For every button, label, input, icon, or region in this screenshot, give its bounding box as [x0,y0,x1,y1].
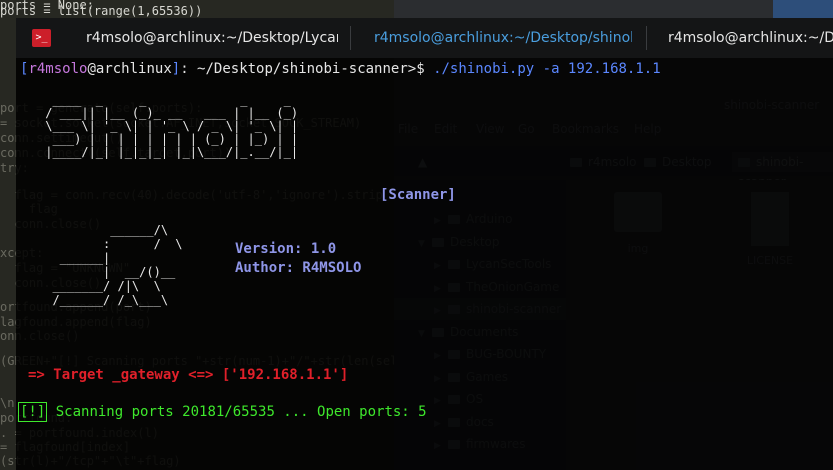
status-prefix: [!] [18,402,48,422]
terminal-window: >_ r4msolo@archlinux:~/Desktop/LycanSec … [16,18,833,470]
terminal-icon: >_ [32,29,51,47]
editor-code-line: \n [0,396,15,410]
tab-separator [350,26,351,50]
scan-status-line: [!] Scanning ports 20181/65535 ... Open … [18,402,427,422]
terminal-tabbar: >_ r4msolo@archlinux:~/Desktop/LycanSec … [16,18,833,58]
ninja-logo-art: ______/\ : / \ ______| | __/()__ _______… [52,223,183,307]
prompt-host: archlinux [95,61,172,77]
status-text: Scanning ports 20181/65535 ... Open port… [47,404,427,420]
prompt-line: [r4msolo@archlinux]: ~/Desktop/shinobi-s… [20,61,661,77]
tab-separator [646,26,647,50]
tab-shinobi-scanner[interactable]: r4msolo@archlinux:~/Desktop/shinobi-s [374,18,632,58]
prompt-user: r4msolo [28,61,88,77]
tab-desktop[interactable]: r4msolo@archlinux:~/Desktop/ [668,18,833,58]
tab-lycansec[interactable]: r4msolo@archlinux:~/Desktop/LycanSec [86,18,338,58]
version-label: Version: 1.0 [235,241,337,257]
shinobi-ascii-banner: ____ _ _ _ _ / ___|| |__ (_)_ __ ___ | |… [45,93,299,159]
target-line: => Target _gateway <=> ['192.168.1.1'] [28,367,349,383]
scanner-tag: [Scanner] [380,187,456,203]
terminal-output[interactable]: [r4msolo@archlinux]: ~/Desktop/shinobi-s… [16,58,833,470]
prompt-command: ./shinobi.py -a 192.168.1.1 [433,61,661,77]
editor-code-line: ports = list(range(1,65536)) [0,4,203,18]
prompt-path: ~/Desktop/shinobi-scanner [197,61,408,77]
author-label: Author: R4MSOLO [235,260,362,276]
